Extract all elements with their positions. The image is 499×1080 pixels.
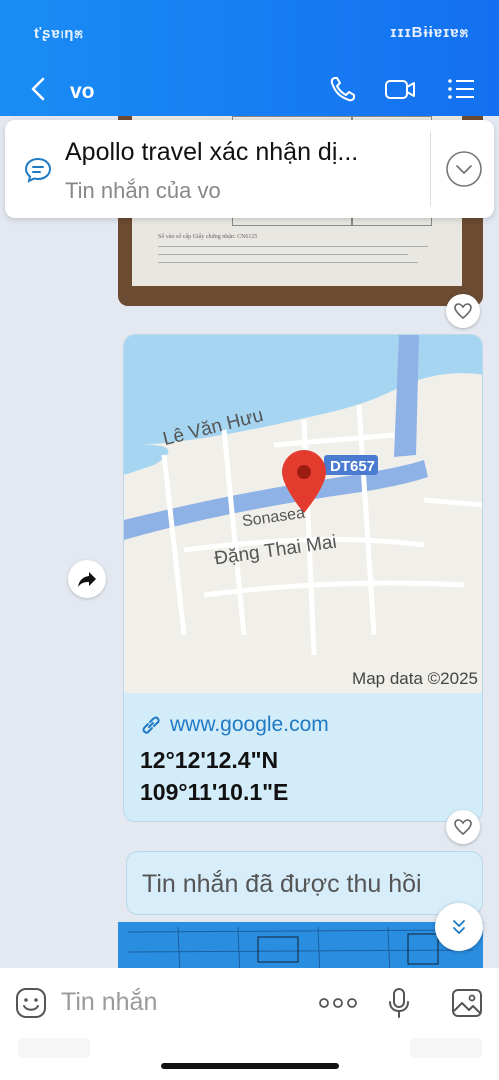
map-preview[interactable]: DT657 Lê Văn Hưu Sonasea Đặng Thai Mai M… xyxy=(124,335,482,693)
more-icon[interactable] xyxy=(318,992,358,1014)
menu-icon[interactable] xyxy=(445,74,477,104)
double-chevron-down-icon xyxy=(453,920,465,934)
divider xyxy=(430,132,431,206)
scroll-to-bottom-button[interactable] xyxy=(435,903,483,951)
microphone-icon[interactable] xyxy=(386,986,412,1020)
location-message[interactable]: DT657 Lê Văn Hưu Sonasea Đặng Thai Mai M… xyxy=(123,334,483,822)
map-credit: Map data ©2025 xyxy=(352,669,478,688)
recalled-text: Tin nhắn đã được thu hồi xyxy=(142,870,422,898)
status-bar-right: ɪɪɪBɨɨɐɪɐ೫ xyxy=(390,24,469,41)
heart-icon xyxy=(454,303,472,320)
status-bar-left: ťʂɐ၊ƞ೫ xyxy=(34,25,84,42)
pinned-message-banner[interactable]: Apollo travel xác nhận dị... Tin nhắn củ… xyxy=(5,120,494,218)
recalled-message[interactable]: Tin nhắn đã được thu hồi xyxy=(126,851,483,915)
expand-chevron-icon[interactable] xyxy=(445,150,483,188)
location-link[interactable]: www.google.com xyxy=(140,713,329,737)
forward-button[interactable] xyxy=(68,560,106,598)
home-indicator xyxy=(161,1063,339,1069)
chat-bubble-icon xyxy=(24,157,52,183)
document-line xyxy=(158,254,408,255)
chat-title[interactable]: vo xyxy=(70,80,95,104)
react-heart-button[interactable] xyxy=(446,810,480,844)
forward-icon xyxy=(78,572,96,587)
message-composer: Tin nhắn xyxy=(0,968,499,1080)
document-line xyxy=(158,246,428,247)
message-list[interactable]: Số vào sổ cấp Giấy chứng nhận: CN6125 DT… xyxy=(0,116,499,968)
heart-icon xyxy=(454,819,472,836)
latitude: 12°12'12.4"N xyxy=(140,747,279,773)
decorative-block xyxy=(410,1038,482,1058)
sticker-icon[interactable] xyxy=(14,986,48,1020)
image-message[interactable] xyxy=(118,922,483,968)
video-icon[interactable] xyxy=(384,74,416,104)
chat-header: ťʂɐ၊ƞ೫ ɪɪɪBɨɨɐɪɐ೫ vo xyxy=(0,0,499,116)
message-input[interactable]: Tin nhắn xyxy=(61,988,157,1017)
link-url[interactable]: www.google.com xyxy=(170,713,329,737)
sketch-photo xyxy=(118,922,483,968)
phone-icon[interactable] xyxy=(327,74,359,104)
map-pin-icon xyxy=(282,450,326,513)
back-icon[interactable] xyxy=(24,74,54,104)
pinned-title: Apollo travel xác nhận dị... xyxy=(65,138,359,166)
longitude: 109°11'10.1"E xyxy=(140,779,289,805)
document-text: Số vào sổ cấp Giấy chứng nhận: CN6125 xyxy=(158,234,258,240)
image-picker-icon[interactable] xyxy=(450,986,484,1020)
document-line xyxy=(158,262,418,263)
route-badge-text: DT657 xyxy=(330,458,375,475)
link-icon xyxy=(142,716,160,734)
decorative-block xyxy=(18,1038,90,1058)
pinned-subtitle: Tin nhắn của vo xyxy=(65,178,221,203)
react-heart-button[interactable] xyxy=(446,294,480,328)
